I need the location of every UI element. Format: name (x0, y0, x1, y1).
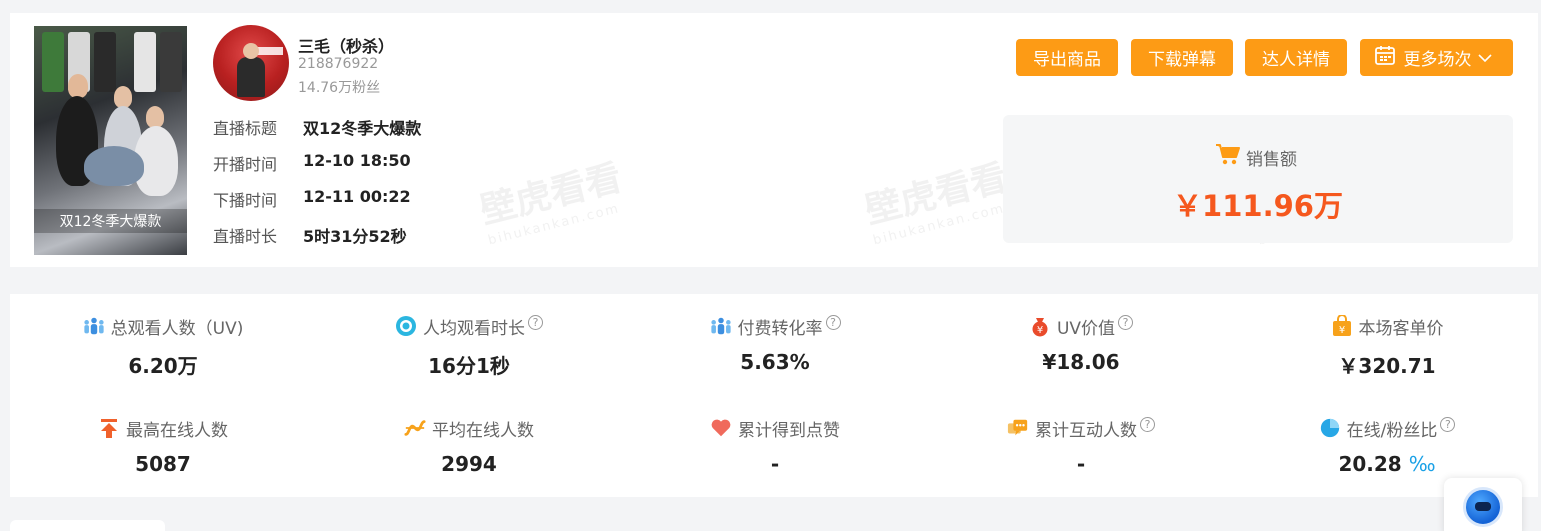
live-stats-card: 总观看人数（UV) 6.20万 人均观看时长 ? 16分1秒 付费转化率 ? 5… (10, 294, 1538, 497)
info-row-end-time: 下播时间 12-11 00:22 (213, 187, 411, 210)
info-value: 双12冬季大爆款 (303, 119, 422, 138)
stat-avg-order-price: ¥ 本场客单价 ￥320.71 (1234, 314, 1540, 379)
stat-total-viewers: 总观看人数（UV) 6.20万 (10, 314, 316, 379)
average-icon (404, 417, 426, 439)
price-bag-icon: ¥ (1331, 315, 1353, 337)
anchor-fans: 14.76万粉丝 (298, 80, 381, 96)
watermark: 壁虎看看bihukankan.com (476, 157, 626, 249)
robot-icon (1463, 487, 1503, 527)
stat-online-fan-ratio: 在线/粉丝比 ? 20.28 ‰ (1234, 416, 1540, 476)
anchor-avatar[interactable] (213, 25, 289, 101)
help-icon[interactable]: ? (1440, 416, 1456, 432)
stat-label: 累计得到点赞 (738, 420, 840, 441)
stat-value: ￥320.71 (1338, 354, 1436, 378)
stat-label: 平均在线人数 (432, 420, 534, 441)
users-icon (83, 315, 105, 337)
anchor-name[interactable]: 三毛（秒杀） (298, 33, 394, 57)
stat-total-likes: 累计得到点赞 - (622, 416, 928, 476)
info-row-duration: 直播时长 5时31分52秒 (213, 223, 407, 246)
cart-icon (1215, 142, 1241, 170)
info-value: 5时31分52秒 (303, 227, 407, 246)
stat-label: 本场客单价 (1358, 318, 1444, 339)
sales-panel: 销售额 ￥111.96万 (1003, 115, 1513, 243)
info-value: 12-10 18:50 (303, 151, 411, 170)
info-value: 12-11 00:22 (303, 187, 411, 206)
stat-label: 付费转化率 (737, 318, 823, 339)
help-icon[interactable]: ? (1118, 314, 1134, 330)
clock-icon (395, 315, 417, 337)
stat-peak-online: 最高在线人数 5087 (10, 416, 316, 476)
stat-label: 最高在线人数 (126, 420, 228, 441)
arrow-up-icon (98, 417, 120, 439)
stat-total-interactions: 累计互动人数 ? - (928, 416, 1234, 476)
stat-value: 5087 (135, 452, 191, 476)
info-label: 下播时间 (213, 191, 278, 210)
sales-label: 销售额 (1246, 150, 1297, 170)
info-label: 直播时长 (213, 227, 278, 246)
stat-label: UV价值 (1056, 318, 1116, 339)
live-summary-card: 双12冬季大爆款 三毛（秒杀） 218876922 14.76万粉丝 直播标题 … (10, 13, 1538, 267)
more-sessions-label: 更多场次 (1403, 50, 1472, 70)
info-label: 开播时间 (213, 155, 278, 174)
help-icon[interactable]: ? (528, 314, 543, 330)
stat-label: 人均观看时长 (423, 318, 525, 339)
live-cover-image[interactable]: 双12冬季大爆款 (34, 26, 187, 255)
stat-conversion-rate: 付费转化率 ? 5.63% (622, 314, 928, 374)
svg-text:¥: ¥ (1037, 325, 1043, 336)
info-row-title: 直播标题 双12冬季大爆款 (213, 115, 422, 138)
stat-uv-value: ¥ UV价值 ? ¥18.06 (928, 314, 1234, 374)
stat-number: 20.28 (1338, 452, 1402, 476)
stat-value: 16分1秒 (428, 354, 510, 378)
info-row-start-time: 开播时间 12-10 18:50 (213, 151, 411, 174)
stat-value: 20.28 ‰ (1234, 452, 1540, 476)
more-sessions-button[interactable]: 更多场次 (1360, 39, 1513, 76)
conversion-icon (710, 315, 732, 337)
permille-unit: ‰ (1408, 452, 1436, 476)
influencer-detail-button[interactable]: 达人详情 (1245, 39, 1347, 76)
info-label: 直播标题 (213, 119, 278, 138)
stat-value: - (770, 452, 780, 476)
sales-value: ￥111.96万 (1173, 189, 1343, 223)
calendar-icon (1374, 44, 1404, 71)
stat-value: 6.20万 (128, 354, 198, 378)
stat-value: 5.63% (740, 350, 810, 374)
yuan-bag-icon: ¥ (1029, 315, 1051, 337)
influencer-detail-label: 达人详情 (1262, 50, 1330, 70)
help-icon[interactable]: ? (825, 314, 841, 330)
download-danmaku-button[interactable]: 下载弹幕 (1131, 39, 1233, 76)
heart-icon (710, 417, 732, 439)
chat-icon (1007, 417, 1029, 439)
pie-icon (1319, 417, 1341, 439)
stat-avg-watch-time: 人均观看时长 ? 16分1秒 (316, 314, 622, 379)
stat-label: 总观看人数（UV) (110, 318, 244, 339)
cover-caption: 双12冬季大爆款 (34, 209, 187, 233)
anchor-id: 218876922 (298, 56, 379, 72)
stat-value: ¥18.06 (1042, 350, 1120, 374)
next-section-tab (10, 520, 165, 531)
help-icon[interactable]: ? (1140, 416, 1155, 432)
export-products-button[interactable]: 导出商品 (1016, 39, 1118, 76)
watermark: 壁虎看看bihukankan.com (861, 157, 1011, 249)
chevron-down-icon (1477, 53, 1500, 63)
export-products-label: 导出商品 (1033, 50, 1101, 70)
stat-label: 累计互动人数 (1035, 420, 1137, 441)
svg-text:¥: ¥ (1338, 325, 1344, 336)
stat-avg-online: 平均在线人数 2994 (316, 416, 622, 476)
stat-value: 2994 (441, 452, 497, 476)
assistant-robot-button[interactable] (1444, 478, 1522, 531)
download-danmaku-label: 下载弹幕 (1148, 50, 1216, 70)
stat-value: - (1076, 452, 1086, 476)
stat-label: 在线/粉丝比 (1346, 420, 1438, 441)
